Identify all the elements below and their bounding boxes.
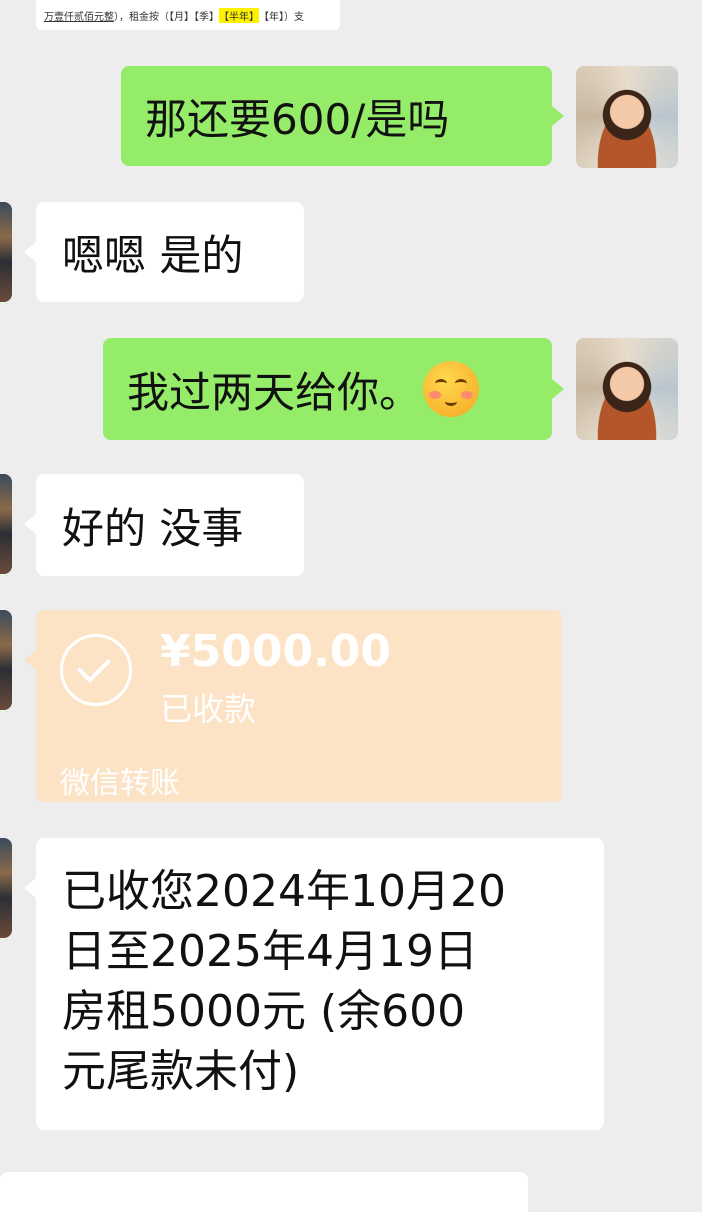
avatar-self[interactable] [576, 66, 678, 168]
message-bubble-sent[interactable]: 我过两天给你。 [103, 338, 564, 440]
avatar-self[interactable] [576, 338, 678, 440]
wechat-transfer-card[interactable]: ¥5000.00 已收款 微信转账 [24, 610, 562, 802]
avatar-contact[interactable] [0, 202, 12, 302]
doc-text-underlined: 万壹仟贰佰元整 [44, 11, 114, 23]
message-line: 已收您2024年10月20 [62, 866, 506, 917]
message-bubble-received[interactable]: 嗯嗯 是的 [24, 202, 304, 302]
message-text: 我过两天给你。 [127, 367, 422, 417]
avatar-contact[interactable] [0, 838, 12, 938]
doc-text-mid: ），租金按（【月】【季】 [114, 11, 219, 23]
message-text: 那还要600/是吗 [145, 94, 450, 144]
message-bubble-sent[interactable]: 那还要600/是吗 [121, 66, 564, 166]
transfer-status: 已收款 [160, 690, 257, 728]
message-bubble-received[interactable]: 已收您2024年10月20 日至2025年4月19日 房租5000元 (余600… [24, 838, 604, 1130]
transfer-amount: ¥5000.00 [160, 626, 392, 677]
transfer-label: 微信转账 [60, 766, 180, 801]
avatar-contact[interactable] [0, 474, 12, 574]
message-line: 日至2025年4月19日 [62, 926, 478, 977]
next-message-bubble-partial[interactable] [0, 1172, 528, 1212]
doc-text-end: 【年】）支 [259, 11, 304, 23]
message-line: 房租5000元 (余600 [62, 986, 466, 1037]
avatar-contact[interactable] [0, 610, 12, 710]
message-text: 嗯嗯 是的 [62, 230, 244, 280]
message-text: 好的 没事 [62, 503, 244, 553]
message-line: 元尾款未付) [62, 1046, 300, 1097]
shy-smile-emoji-icon [423, 361, 480, 417]
document-image-snippet[interactable]: 万壹仟贰佰元整 ），租金按（【月】【季】 【半年】 【年】）支 [36, 0, 340, 30]
message-bubble-received[interactable]: 好的 没事 [24, 474, 304, 576]
doc-text-highlight: 【半年】 [219, 7, 259, 23]
check-circle-icon [60, 634, 132, 706]
